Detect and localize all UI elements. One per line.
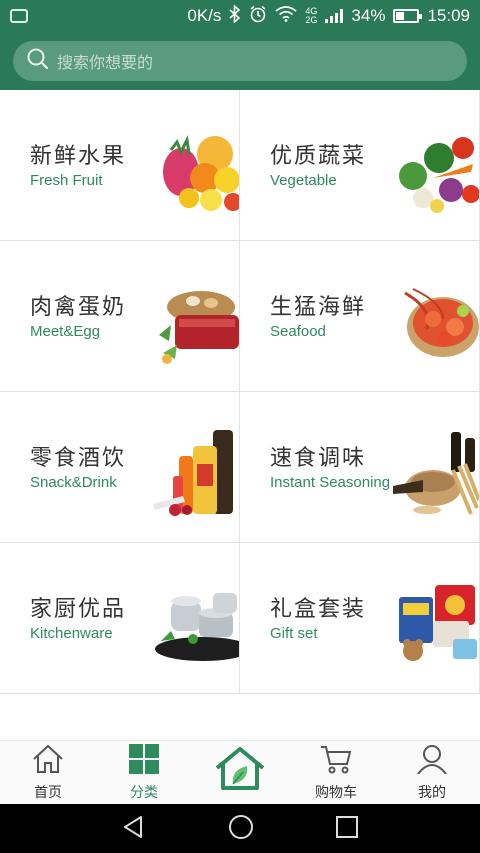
category-meat-egg[interactable]: 肉禽蛋奶 Meet&Egg xyxy=(0,241,240,392)
category-title: 速食调味 xyxy=(270,446,367,471)
wifi-icon xyxy=(275,5,297,27)
nav-home[interactable]: 首页 xyxy=(0,741,96,804)
vegetable-image xyxy=(399,137,479,213)
category-subtitle: Gift set xyxy=(270,625,318,642)
recents-icon[interactable] xyxy=(335,815,359,843)
category-instant-seasoning[interactable]: 速食调味 Instant Seasoning xyxy=(240,392,480,543)
clock-time: 15:09 xyxy=(427,6,470,25)
category-grid: 新鲜水果 Fresh Fruit 优质蔬菜 Vegetable 肉禽蛋奶 Mee… xyxy=(0,90,480,696)
category-title: 新鲜水果 xyxy=(30,144,127,169)
battery-percent: 34% xyxy=(351,6,386,25)
search-icon xyxy=(27,48,49,74)
search-input[interactable]: 搜索你想要的 xyxy=(13,41,467,81)
category-subtitle: Meet&Egg xyxy=(30,323,101,340)
nav-cart[interactable]: 购物车 xyxy=(288,741,384,804)
home-circle-icon[interactable] xyxy=(228,814,254,844)
nav-category[interactable]: 分类 xyxy=(96,741,192,804)
signal-icon xyxy=(325,9,344,23)
meat-image xyxy=(159,291,239,364)
category-gift-set[interactable]: 礼盒套装 Gift set xyxy=(240,543,480,694)
nav-home-label: 首页 xyxy=(34,784,62,801)
category-title: 礼盒套装 xyxy=(270,597,367,622)
network-speed: 0K/s xyxy=(187,6,222,25)
notification-app-icon xyxy=(10,9,28,23)
fruit-image xyxy=(163,135,239,211)
gift-box-image xyxy=(399,585,477,661)
search-header: 搜索你想要的 xyxy=(0,32,480,90)
category-seafood[interactable]: 生猛海鲜 Seafood xyxy=(240,241,480,392)
category-title: 肉禽蛋奶 xyxy=(30,295,127,320)
status-bar: 0K/s 4G 2G 34% 15:09 xyxy=(0,0,480,32)
category-title: 优质蔬菜 xyxy=(270,144,367,169)
category-subtitle: Kitchenware xyxy=(30,625,113,642)
bottom-navigation: 首页 分类 购物车 我的 xyxy=(0,740,480,804)
category-kitchenware[interactable]: 家厨优品 Kitchenware xyxy=(0,543,240,694)
category-subtitle: Instant Seasoning xyxy=(270,474,391,491)
category-subtitle: Snack&Drink xyxy=(30,474,117,491)
kitchenware-image xyxy=(155,593,239,661)
home-icon xyxy=(31,744,65,778)
category-title: 生猛海鲜 xyxy=(270,295,367,320)
alarm-icon xyxy=(249,5,267,28)
seasoning-image xyxy=(393,432,479,515)
seafood-image xyxy=(404,288,479,357)
category-title: 家厨优品 xyxy=(30,597,127,622)
category-subtitle: Seafood xyxy=(270,323,326,340)
category-title: 零食酒饮 xyxy=(30,446,127,471)
back-icon[interactable] xyxy=(121,814,147,844)
drinks-image xyxy=(153,430,233,516)
battery-icon xyxy=(393,9,423,23)
cart-icon xyxy=(319,744,353,778)
leaf-house-icon xyxy=(213,746,267,796)
category-vegetable[interactable]: 优质蔬菜 Vegetable xyxy=(240,90,480,241)
search-placeholder: 搜索你想要的 xyxy=(57,53,154,72)
system-navigation-bar xyxy=(0,804,480,853)
category-subtitle: Vegetable xyxy=(270,172,337,189)
nav-center[interactable] xyxy=(192,741,288,804)
category-subtitle: Fresh Fruit xyxy=(30,172,103,189)
person-icon xyxy=(415,744,449,778)
network-type: 4G 2G xyxy=(305,7,317,25)
nav-cart-label: 购物车 xyxy=(315,784,357,801)
bluetooth-icon xyxy=(229,3,241,28)
category-snack-drink[interactable]: 零食酒饮 Snack&Drink xyxy=(0,392,240,543)
nav-mine[interactable]: 我的 xyxy=(384,741,480,804)
nav-category-label: 分类 xyxy=(130,784,158,801)
grid-icon xyxy=(128,743,160,778)
network-type-bottom: 2G xyxy=(305,15,318,25)
category-fresh-fruit[interactable]: 新鲜水果 Fresh Fruit xyxy=(0,90,240,241)
nav-mine-label: 我的 xyxy=(418,784,446,801)
